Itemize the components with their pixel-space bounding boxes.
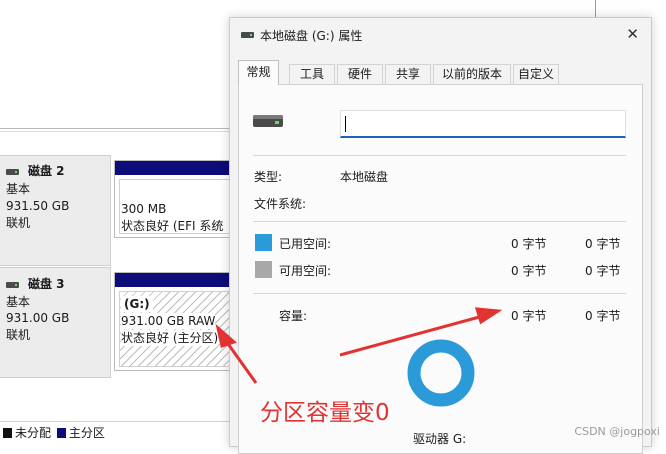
tab-general[interactable]: 常规 — [238, 60, 279, 85]
arrow-to-partition — [224, 340, 258, 384]
annotation-text: 分区容量变0 — [260, 400, 390, 426]
watermark: CSDN @jogpoxi — [574, 425, 660, 438]
annotation-arrows — [215, 307, 503, 384]
arrow-head-capacity — [474, 307, 503, 325]
arrow-to-capacity — [339, 314, 484, 357]
arrow-head-partition — [215, 323, 237, 348]
